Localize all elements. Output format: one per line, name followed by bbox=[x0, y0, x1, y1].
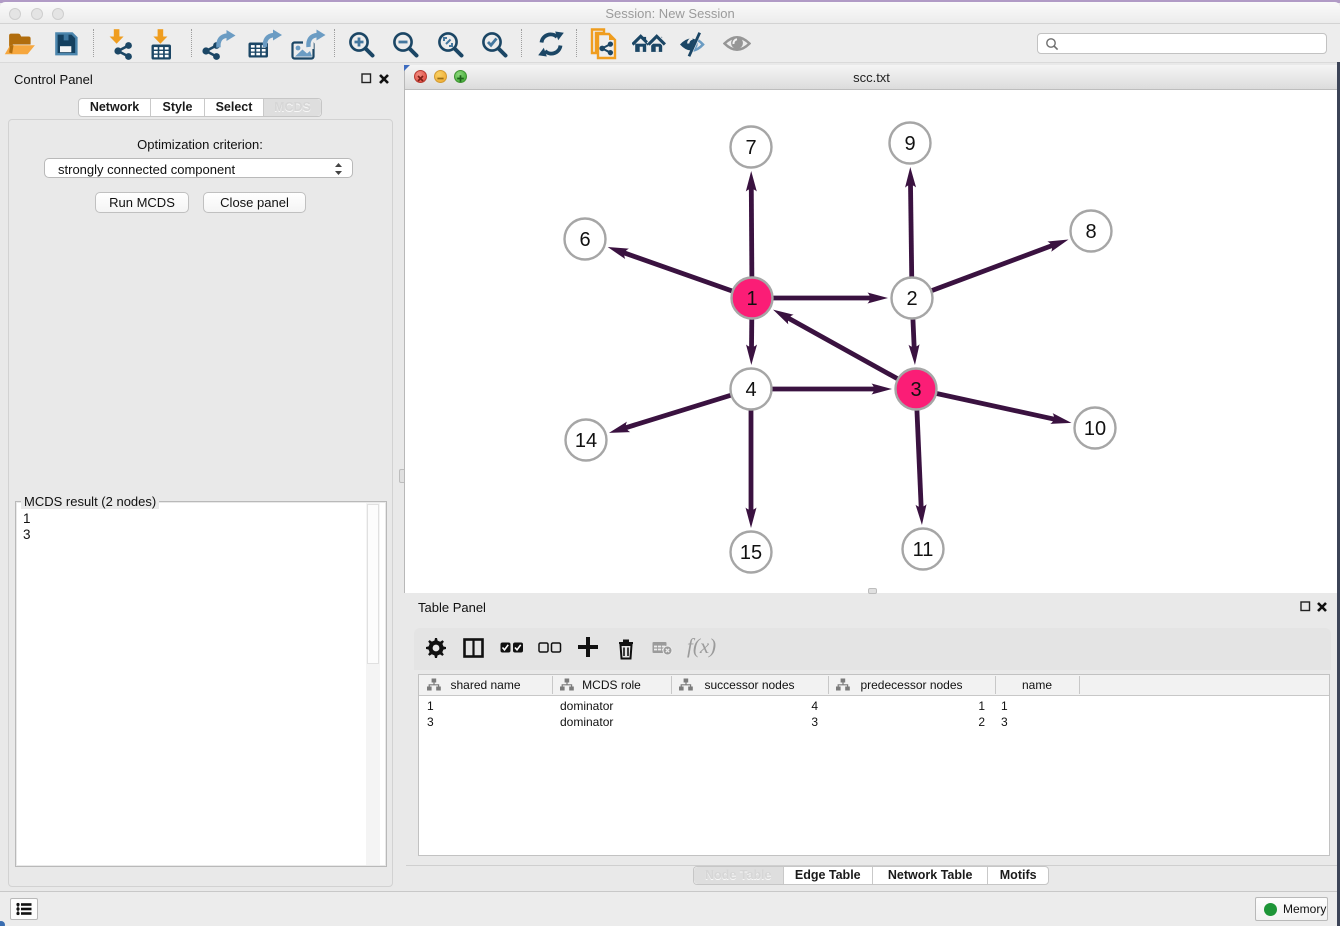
svg-text:14: 14 bbox=[575, 430, 597, 452]
svg-text:4: 4 bbox=[745, 379, 756, 401]
svg-text:7: 7 bbox=[745, 137, 756, 159]
svg-text:6: 6 bbox=[579, 229, 590, 251]
svg-text:1: 1 bbox=[746, 288, 757, 310]
svg-text:15: 15 bbox=[740, 542, 762, 564]
svg-text:3: 3 bbox=[910, 379, 921, 401]
svg-text:2: 2 bbox=[906, 288, 917, 310]
svg-text:9: 9 bbox=[904, 133, 915, 155]
svg-text:11: 11 bbox=[913, 539, 934, 561]
svg-text:8: 8 bbox=[1085, 221, 1096, 243]
svg-text:10: 10 bbox=[1084, 418, 1106, 440]
